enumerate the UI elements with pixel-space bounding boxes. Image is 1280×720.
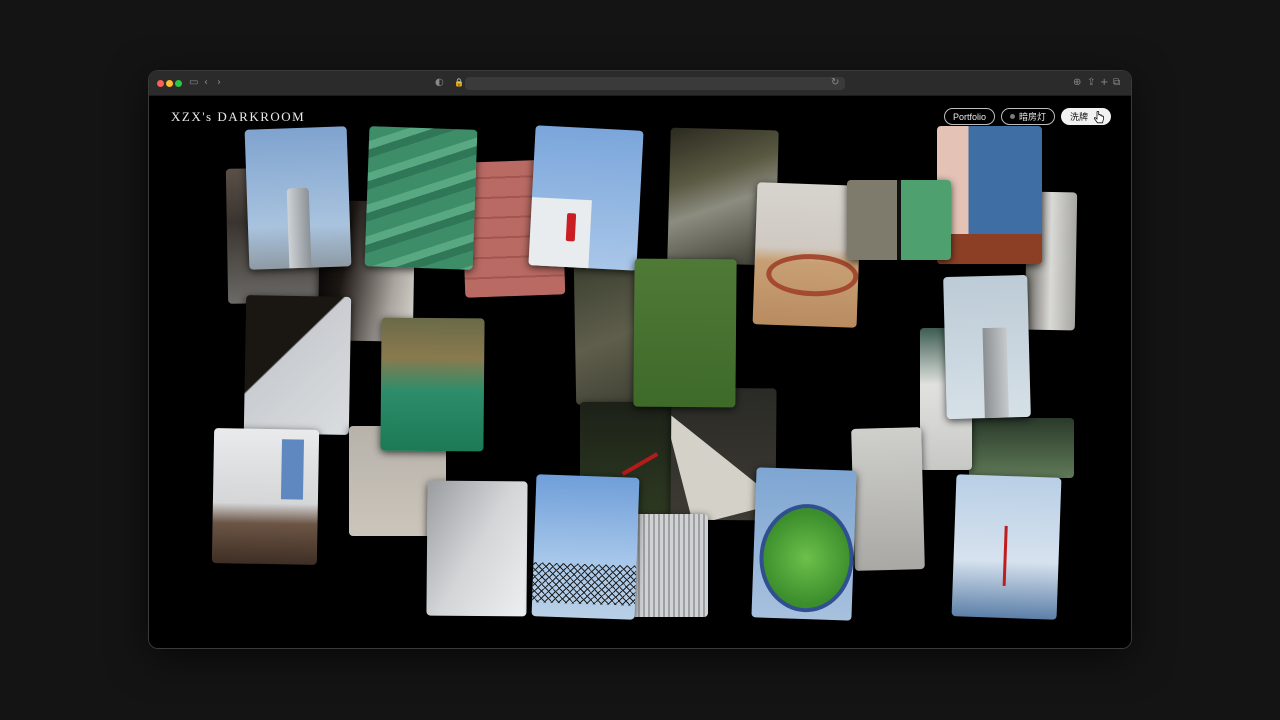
minimize-window-button[interactable]: [166, 80, 173, 87]
building-shape: [528, 197, 592, 271]
lamp-indicator-icon: [1009, 114, 1015, 119]
shuffle-label: 洗牌: [1069, 111, 1088, 122]
photo-wall-green-tiles[interactable]: [847, 180, 951, 260]
office-tower-shape: [982, 327, 1009, 419]
back-icon[interactable]: ‹: [204, 76, 208, 90]
page-content: XZX's DARKROOM Portfolio 暗房灯 洗牌: [149, 96, 1131, 648]
mirror-shape: [757, 502, 856, 614]
photo-classroom-chairs[interactable]: [211, 428, 320, 565]
photo-green-tiles[interactable]: [364, 126, 478, 270]
hand-pointer-icon: [1094, 111, 1104, 124]
antenna-shape: [1002, 525, 1008, 586]
fence-shape: [532, 562, 637, 606]
photo-convex-mirror[interactable]: [751, 467, 857, 621]
maximize-window-button[interactable]: [175, 80, 182, 87]
extensions-icon[interactable]: ⊕: [1073, 76, 1081, 90]
forward-icon[interactable]: ›: [217, 76, 221, 90]
site-brand[interactable]: XZX's DARKROOM: [171, 109, 305, 125]
brick-strip: [937, 234, 1042, 264]
darkroom-lamp-label: 暗房灯: [1018, 111, 1046, 122]
close-window-button[interactable]: [157, 80, 164, 87]
photo-playground-ring[interactable]: [752, 182, 862, 328]
privacy-shield-icon[interactable]: ◐: [435, 76, 444, 90]
tower-shape: [286, 187, 312, 269]
share-icon[interactable]: ⇪: [1087, 76, 1095, 90]
photo-dry-vines[interactable]: [851, 427, 925, 571]
photo-blue-panel-building[interactable]: [937, 126, 1042, 264]
photo-grass-nail[interactable]: [633, 258, 737, 408]
browser-window: ▭ ‹ › ◐ 🔒 ↻ ⊕ ⇪ + ⧉ XZX's DARKROOM Portf…: [149, 71, 1131, 648]
photo-green-river[interactable]: [380, 317, 485, 452]
photo-fence-sky[interactable]: [531, 474, 640, 620]
browser-toolbar: ▭ ‹ › ◐ 🔒 ↻ ⊕ ⇪ + ⧉: [149, 71, 1131, 96]
photo-white-stairs[interactable]: [426, 480, 528, 617]
darkroom-lamp-button[interactable]: 暗房灯: [1000, 108, 1055, 125]
photo-tower-blue-sky[interactable]: [244, 126, 352, 270]
tab-overview-icon[interactable]: ⧉: [1113, 76, 1120, 90]
photo-trees-lawn[interactable]: [969, 418, 1074, 478]
photo-round-building[interactable]: [951, 474, 1062, 620]
red-beacon-shape: [565, 213, 577, 242]
photo-building-red-beacon[interactable]: [528, 125, 644, 271]
window-shape: [280, 439, 304, 500]
photo-diagonal-wall[interactable]: [243, 295, 352, 435]
photo-metal-grille[interactable]: [630, 514, 708, 617]
ring-shape: [765, 252, 860, 298]
portfolio-button[interactable]: Portfolio: [943, 108, 995, 125]
red-rod-shape: [621, 452, 659, 476]
sidebar-toggle-icon[interactable]: ▭: [189, 76, 198, 90]
photo-office-tower[interactable]: [943, 274, 1031, 420]
lock-icon: 🔒: [454, 78, 464, 87]
address-bar[interactable]: [465, 77, 845, 90]
reload-icon[interactable]: ↻: [831, 76, 839, 90]
new-tab-icon[interactable]: +: [1100, 76, 1108, 90]
top-nav: Portfolio 暗房灯 洗牌: [943, 108, 1111, 125]
portfolio-label: Portfolio: [952, 111, 986, 122]
